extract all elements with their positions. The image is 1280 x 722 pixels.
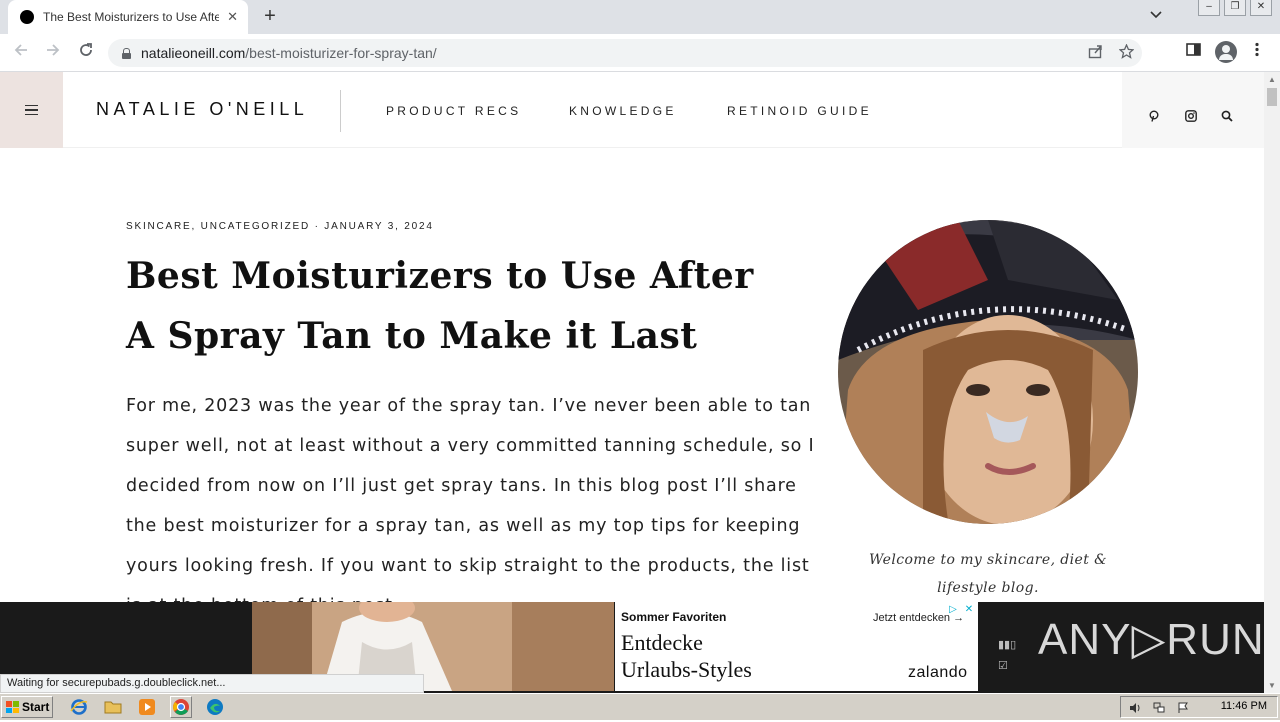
start-button[interactable]: Start	[1, 696, 53, 718]
lock-icon[interactable]	[122, 47, 131, 59]
ad-tracking-icons: ▮▮▯ ☑	[998, 638, 1016, 672]
scroll-up-icon[interactable]: ▲	[1268, 75, 1276, 84]
edge-icon[interactable]	[206, 698, 224, 716]
windows-taskbar: Start 11:46 PM	[0, 693, 1280, 720]
page-scrollbar[interactable]: ▲ ▼	[1264, 72, 1280, 693]
site-header: NATALIE O'NEILL PRODUCT RECS KNOWLEDGE R…	[0, 72, 1264, 148]
tab-title: The Best Moisturizers to Use After A	[43, 10, 220, 24]
reload-icon[interactable]	[75, 42, 97, 64]
minimize-icon[interactable]: –	[1198, 0, 1220, 16]
folder-icon[interactable]	[104, 698, 122, 716]
back-arrow-icon[interactable]	[10, 42, 32, 64]
volume-icon[interactable]	[1129, 701, 1141, 713]
chevron-down-icon[interactable]	[1150, 8, 1162, 22]
signal-icon: ▮▮▯	[998, 639, 1017, 651]
social-bar	[1122, 72, 1264, 148]
ad-card[interactable]: ▷ ✕ Sommer Favoriten Jetzt entdecken → E…	[615, 602, 978, 691]
window-controls: – ❐ ✕	[1198, 0, 1272, 16]
page-viewport: NATALIE O'NEILL PRODUCT RECS KNOWLEDGE R…	[0, 72, 1264, 693]
url-host: natalieoneill.com	[141, 45, 246, 61]
share-icon[interactable]	[1088, 44, 1103, 63]
ad-headline: Entdecke Urlaubs-Styles	[621, 629, 752, 683]
nav-product-recs[interactable]: PRODUCT RECS	[386, 104, 521, 118]
welcome-text: Welcome to my skincare, diet & lifestyle…	[869, 552, 1107, 596]
ad-cta-link[interactable]: Jetzt entdecken →	[873, 612, 964, 624]
taskbar-clock[interactable]: 11:46 PM	[1221, 700, 1267, 712]
search-icon[interactable]	[1221, 109, 1233, 122]
scroll-down-icon[interactable]: ▼	[1268, 681, 1276, 690]
system-tray: 11:46 PM	[1120, 696, 1278, 718]
media-player-icon[interactable]	[138, 698, 156, 716]
status-bar: Waiting for securepubads.g.doubleclick.n…	[0, 674, 424, 693]
kebab-menu-icon[interactable]	[1255, 42, 1259, 61]
hamburger-icon	[25, 105, 38, 115]
close-tab-icon[interactable]: ✕	[227, 9, 238, 25]
post-title: Best Moisturizers to Use After A Spray T…	[126, 255, 754, 357]
new-tab-button[interactable]: +	[258, 4, 282, 28]
windows-logo-icon	[6, 701, 19, 713]
post-meta: SKINCARE, UNCATEGORIZED · JANUARY 3, 202…	[126, 221, 434, 232]
start-label: Start	[22, 700, 50, 714]
nav-retinoid-guide[interactable]: RETINOID GUIDE	[727, 104, 872, 118]
menu-button[interactable]	[0, 72, 63, 148]
post-body: For me, 2023 was the year of the spray t…	[126, 396, 815, 616]
restore-icon[interactable]: ❐	[1224, 0, 1246, 16]
nav-knowledge[interactable]: KNOWLEDGE	[569, 104, 677, 118]
ad-headline-line2: Urlaubs-Styles	[621, 657, 752, 682]
profile-avatar-icon[interactable]	[1215, 41, 1237, 63]
chrome-icon[interactable]	[170, 696, 192, 718]
ad-headline-line1: Entdecke	[621, 630, 703, 655]
address-bar[interactable]: natalieoneill.com/best-moisturizer-for-s…	[108, 39, 1142, 67]
browser-tab[interactable]: The Best Moisturizers to Use After A ✕	[8, 0, 248, 34]
site-favicon-icon	[20, 10, 34, 24]
url-path: /best-moisturizer-for-spray-tan/	[245, 45, 437, 61]
flag-icon[interactable]	[1177, 701, 1189, 713]
anyrun-watermark: ANY▷RUN	[1038, 615, 1264, 664]
network-icon[interactable]	[1153, 701, 1165, 713]
forward-arrow-icon[interactable]	[42, 42, 64, 64]
bookmark-star-icon[interactable]	[1118, 43, 1135, 63]
author-photo	[838, 220, 1138, 524]
browser-tab-strip: The Best Moisturizers to Use After A ✕ +…	[0, 0, 1280, 34]
pinterest-icon[interactable]	[1148, 109, 1160, 122]
browser-toolbar: natalieoneill.com/best-moisturizer-for-s…	[0, 34, 1280, 72]
header-divider	[340, 90, 341, 132]
internet-explorer-icon[interactable]	[70, 698, 88, 716]
ad-brand: zalando	[908, 664, 968, 681]
checkbox-icon: ☑	[998, 660, 1008, 672]
ad-heading: Sommer Favoriten	[621, 610, 727, 624]
instagram-icon[interactable]	[1185, 109, 1197, 122]
side-panel-icon[interactable]	[1186, 42, 1201, 61]
site-logo[interactable]: NATALIE O'NEILL	[96, 99, 308, 120]
scroll-thumb[interactable]	[1267, 88, 1277, 106]
window-close-icon[interactable]: ✕	[1250, 0, 1272, 16]
